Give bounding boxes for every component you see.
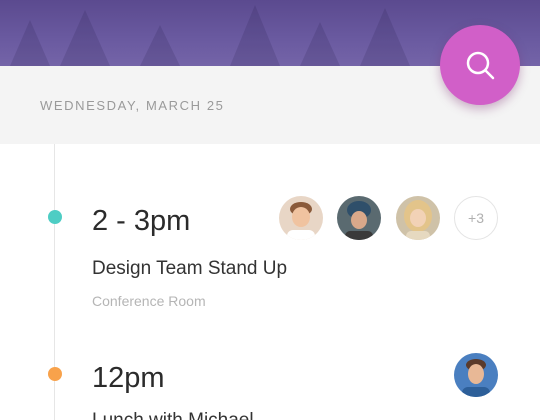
date-label: WEDNESDAY, MARCH 25 <box>40 98 225 113</box>
event-time[interactable]: 2 - 3pm <box>92 205 190 238</box>
attendee-avatar[interactable] <box>396 196 440 240</box>
event-title[interactable]: Design Team Stand Up <box>92 258 287 280</box>
event-location: Conference Room <box>92 293 206 309</box>
attendee-avatar[interactable] <box>454 353 498 397</box>
search-icon <box>466 51 495 80</box>
attendee-avatar[interactable] <box>279 196 323 240</box>
more-attendees-badge[interactable]: +3 <box>454 196 498 240</box>
event-status-dot <box>48 367 62 381</box>
event-title[interactable]: Lunch with Michael <box>92 410 254 420</box>
event-time[interactable]: 12pm <box>92 362 165 395</box>
attendee-avatar[interactable] <box>337 196 381 240</box>
event-status-dot <box>48 210 62 224</box>
search-button[interactable] <box>440 25 520 105</box>
